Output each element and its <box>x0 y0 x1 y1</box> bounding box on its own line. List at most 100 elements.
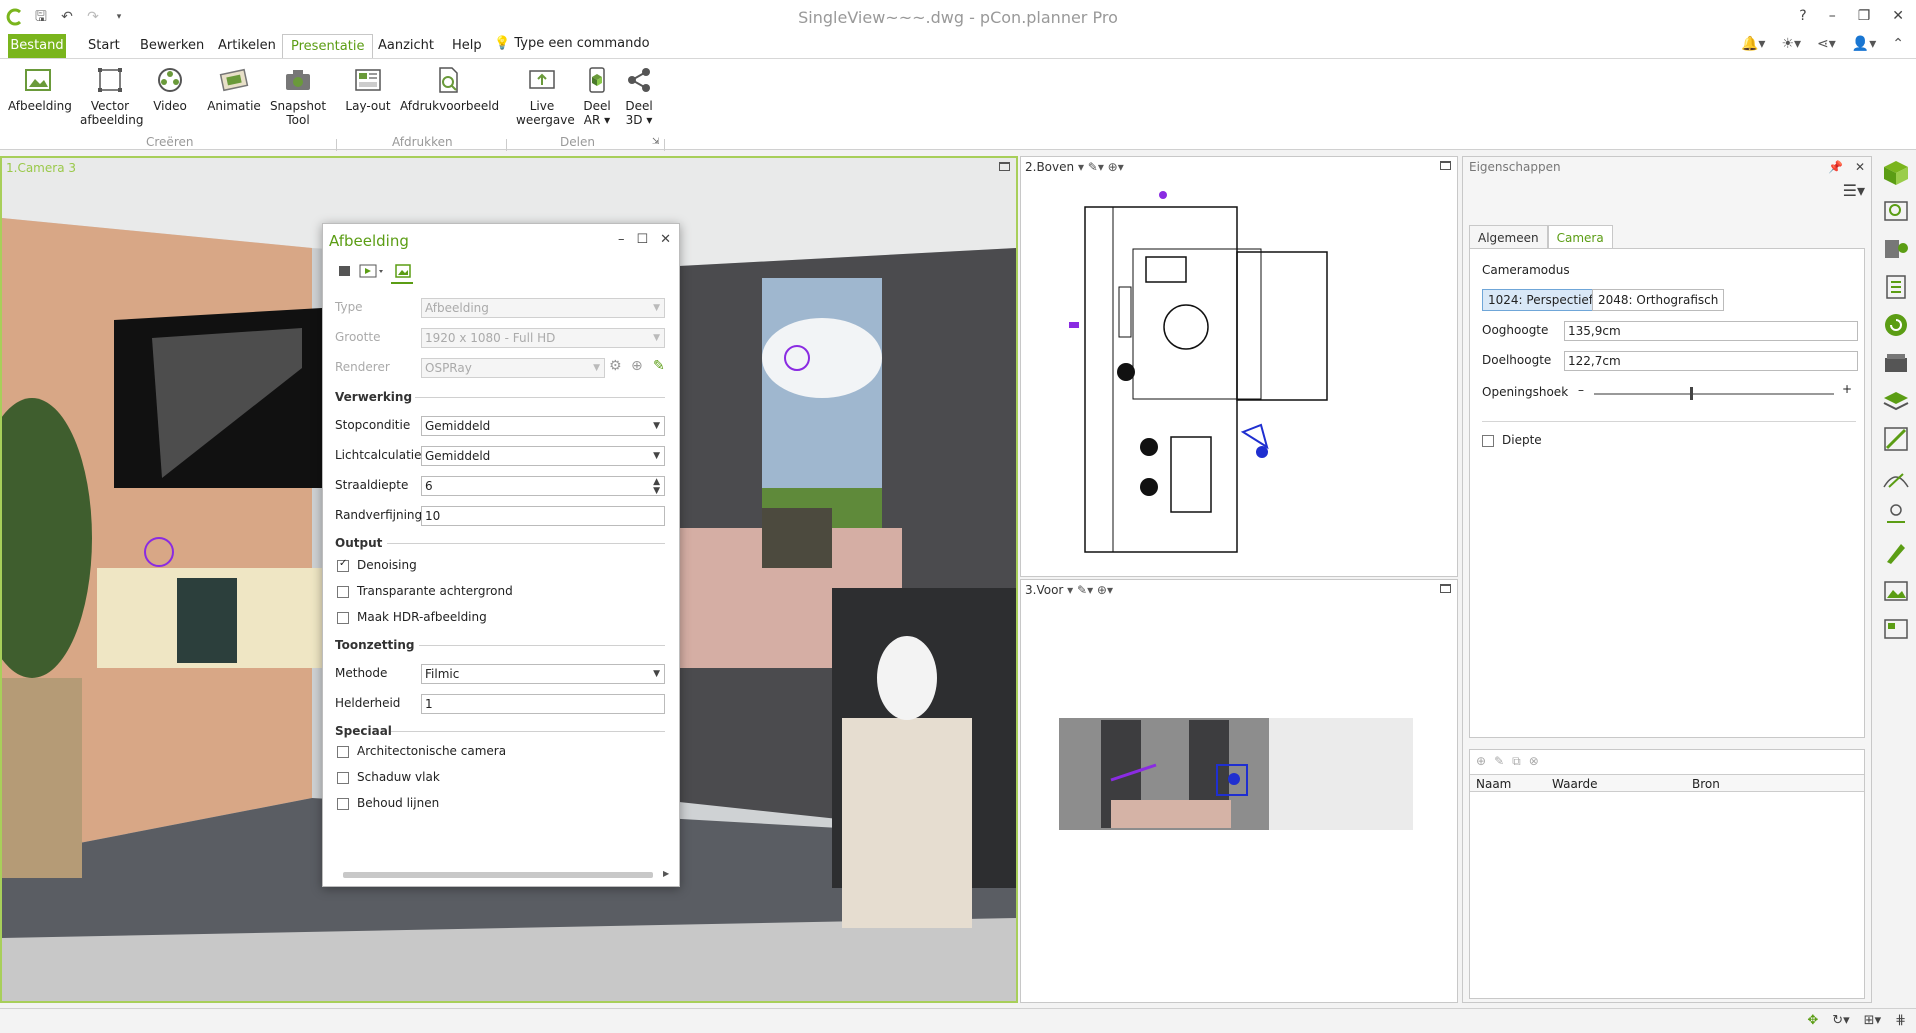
depth-checkbox[interactable] <box>1482 435 1494 447</box>
ray-depth-spinner[interactable]: 6 ▲ ▼ <box>421 476 665 496</box>
deel-ar-button[interactable]: Deel AR ▾ <box>580 65 614 127</box>
light-calc-label: Lichtcalculatie <box>335 448 422 462</box>
target-height-input[interactable]: 122,7cm <box>1564 351 1858 371</box>
method-value: Filmic <box>425 667 460 681</box>
afdrukvoorbeeld-button[interactable]: Afdrukvoorbeeld <box>400 65 500 113</box>
restore-button[interactable]: ❐ <box>1858 8 1871 24</box>
help-button[interactable]: ? <box>1799 8 1806 24</box>
tab-algemeen[interactable]: Algemeen <box>1469 225 1548 249</box>
close-panel-icon[interactable]: ✕ <box>1855 160 1865 174</box>
tab-presentatie[interactable]: Presentatie <box>282 34 374 60</box>
viewport-layout-icon[interactable]: ⊞▾ <box>1864 1013 1881 1028</box>
refresh-icon[interactable] <box>1881 310 1911 340</box>
edit-property-icon[interactable]: ✎ <box>1494 754 1512 768</box>
grid-snap-icon[interactable]: ⋕ <box>1895 1013 1906 1028</box>
panel-menu-icon[interactable]: ☰▾ <box>1843 181 1865 200</box>
dialog-minimize-button[interactable]: – <box>618 232 625 247</box>
column-waarde[interactable]: Waarde <box>1552 777 1598 791</box>
vector-afbeelding-button[interactable]: Vector afbeelding <box>80 65 143 127</box>
afbeelding-button[interactable]: Afbeelding <box>8 65 72 113</box>
top-viewport[interactable]: 2.Boven ▾ ✎▾ ⊕▾ <box>1020 156 1458 577</box>
shadow-plane-checkbox[interactable] <box>337 772 349 784</box>
fov-increase-button[interactable]: + <box>1842 382 1852 396</box>
renderer-add-icon[interactable]: ⊕ <box>631 358 643 374</box>
terrain-icon[interactable] <box>1881 462 1911 492</box>
tab-bestand[interactable]: Bestand <box>8 34 66 58</box>
tab-artikelen[interactable]: Artikelen <box>210 34 284 58</box>
dialog-maximize-button[interactable]: ☐ <box>636 232 648 247</box>
dialog-controls: – ☐ ✕ <box>618 232 671 247</box>
orthographic-mode-button[interactable]: 2048: Orthografisch <box>1592 289 1725 311</box>
keep-lines-checkbox[interactable] <box>337 798 349 810</box>
animatie-button[interactable]: Animatie <box>206 65 262 113</box>
copy-property-icon[interactable]: ⧉ <box>1512 754 1529 768</box>
minimize-button[interactable]: – <box>1829 8 1836 24</box>
layers-icon[interactable] <box>1881 386 1911 416</box>
afdrukvoorbeeld-label: Afdrukvoorbeeld <box>400 99 500 113</box>
collapse-ribbon-icon[interactable]: ⌃ <box>1892 36 1904 52</box>
render-preview-icon[interactable] <box>359 264 385 278</box>
dialog-close-button[interactable]: ✕ <box>660 232 671 247</box>
notification-icon[interactable]: 🔔▾ <box>1741 36 1765 52</box>
list-icon[interactable] <box>1881 272 1911 302</box>
user-icon[interactable]: 👤▾ <box>1852 36 1876 52</box>
orbit-icon[interactable]: ↻▾ <box>1832 1013 1849 1028</box>
fov-slider-thumb[interactable] <box>1690 387 1693 400</box>
method-select[interactable]: Filmic ▼ <box>421 664 665 684</box>
perspective-mode-button[interactable]: 1024: Perspectief <box>1482 289 1600 311</box>
column-naam[interactable]: Naam <box>1476 777 1511 791</box>
close-button[interactable]: ✕ <box>1892 8 1904 24</box>
stop-condition-select[interactable]: Gemiddeld ▼ <box>421 416 665 436</box>
maximize-viewport-icon[interactable] <box>999 162 1010 171</box>
column-bron[interactable]: Bron <box>1692 777 1720 791</box>
eye-height-input[interactable]: 135,9cm <box>1564 321 1858 341</box>
tab-help[interactable]: Help <box>444 34 490 58</box>
brightness-input[interactable]: 1 <box>421 694 665 714</box>
remove-property-icon[interactable]: ⊗ <box>1529 754 1547 768</box>
fov-slider-track[interactable] <box>1594 393 1834 395</box>
renderer-settings-icon[interactable]: ⚙ <box>609 358 622 374</box>
camera-viewport-label[interactable]: 1.Camera 3 <box>6 161 76 175</box>
hdr-checkbox[interactable] <box>337 612 349 624</box>
material-icon[interactable] <box>1881 424 1911 454</box>
transparent-bg-checkbox[interactable] <box>337 586 349 598</box>
light-calc-select[interactable]: Gemiddeld ▼ <box>421 446 665 466</box>
add-property-icon[interactable]: ⊕ <box>1476 754 1494 768</box>
renderer-edit-icon[interactable]: ✎ <box>653 358 665 374</box>
picture-icon[interactable] <box>1881 576 1911 606</box>
size-select: 1920 x 1080 - Full HD ▼ <box>421 328 665 348</box>
type-label: Type <box>335 300 363 314</box>
box-icon[interactable] <box>1881 348 1911 378</box>
size-value: 1920 x 1080 - Full HD <box>425 331 556 345</box>
layout-panel-icon[interactable] <box>1881 614 1911 644</box>
share-icon[interactable]: ⋖▾ <box>1817 36 1836 52</box>
article-info-icon[interactable] <box>1881 234 1911 264</box>
front-viewport[interactable]: 3.Voor ▾ ✎▾ ⊕▾ <box>1020 579 1458 1003</box>
video-button[interactable]: Video <box>150 65 190 113</box>
stop-render-icon[interactable] <box>337 264 353 278</box>
deel-3d-button[interactable]: Deel 3D ▾ <box>622 65 656 127</box>
dialog-horizontal-scrollbar[interactable] <box>343 872 653 878</box>
search-catalog-icon[interactable] <box>1881 196 1911 226</box>
pen-icon[interactable] <box>1881 538 1911 568</box>
lay-out-button[interactable]: Lay-out <box>342 65 394 113</box>
tab-start[interactable]: Start <box>80 34 128 58</box>
scroll-right-arrow[interactable]: ▶ <box>663 869 669 878</box>
brightness-icon[interactable]: ☀▾ <box>1781 36 1801 52</box>
tab-bewerken[interactable]: Bewerken <box>132 34 212 58</box>
tab-camera[interactable]: Camera <box>1547 225 1613 249</box>
arch-camera-checkbox[interactable] <box>337 746 349 758</box>
command-search[interactable]: 💡 Type een commando <box>494 36 650 51</box>
light-icon[interactable] <box>1881 500 1911 530</box>
navigation-pan-icon[interactable]: ✥ <box>1807 1013 1818 1028</box>
image-output-icon[interactable] <box>395 264 411 278</box>
edge-refine-input[interactable]: 10 <box>421 506 665 526</box>
pin-icon[interactable]: 📌 <box>1828 160 1843 174</box>
tab-aanzicht[interactable]: Aanzicht <box>370 34 442 58</box>
group-expand-icon[interactable]: ⇲ <box>652 137 660 147</box>
catalog-cube-icon[interactable] <box>1881 158 1911 188</box>
denoising-checkbox[interactable]: ✓ <box>337 558 349 572</box>
snapshot-tool-button[interactable]: Snapshot Tool <box>268 65 328 127</box>
fov-decrease-button[interactable]: – <box>1578 383 1584 397</box>
live-weergave-button[interactable]: Live weergave <box>516 65 575 127</box>
